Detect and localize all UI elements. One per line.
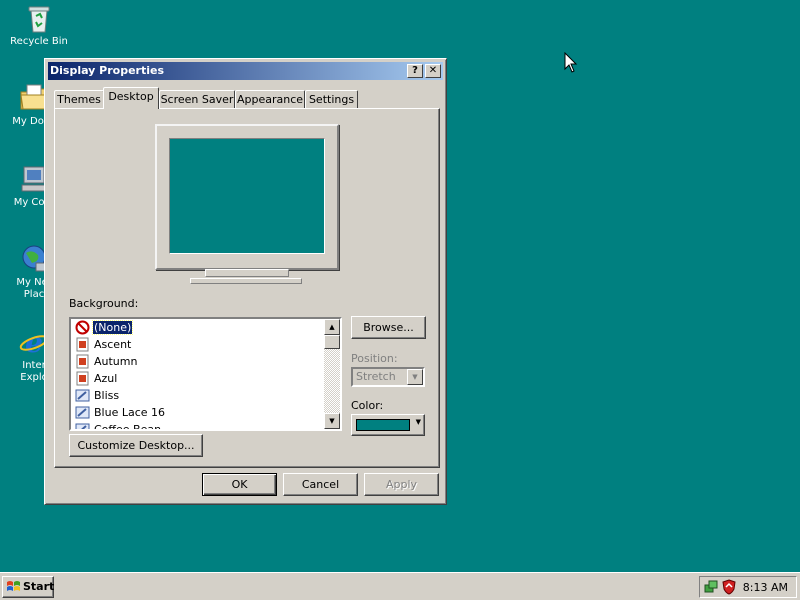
scroll-thumb[interactable] [324,335,340,349]
scroll-down-button[interactable]: ▼ [324,413,340,429]
desktop-icon-label: Recycle Bin [10,36,68,47]
apply-button[interactable]: Apply [364,473,439,496]
color-swatch [356,419,410,431]
list-item[interactable]: Bliss [71,387,340,404]
bitmap-file-icon [75,423,90,429]
display-properties-window: Display Properties ? ✕ Themes Desktop Sc… [44,58,447,505]
list-item-label: Autumn [94,355,138,368]
browse-button[interactable]: Browse... [351,316,426,339]
monitor-stand [205,269,289,277]
image-file-icon [76,354,89,369]
windows-logo-icon [7,581,20,591]
bitmap-file-icon [75,406,90,419]
list-item-label: Coffee Bean [94,423,162,431]
security-shield-icon[interactable] [721,579,737,595]
position-label: Position: [351,352,398,365]
list-item[interactable]: Azul [71,370,340,387]
bitmap-file-icon [75,389,90,402]
svg-text:e: e [25,326,43,358]
color-label: Color: [351,399,384,412]
tab-desktop[interactable]: Desktop [103,87,159,109]
help-button[interactable]: ? [407,64,423,78]
scroll-up-button[interactable]: ▲ [324,319,340,335]
list-item-label: Ascent [94,338,132,351]
tab-appearance[interactable]: Appearance [235,90,305,109]
monitor-preview [155,124,339,270]
list-item-label: Azul [94,372,118,385]
taskbar: Start 8:13 AM [0,572,800,600]
none-icon [75,320,90,335]
tab-screen-saver[interactable]: Screen Saver [159,90,235,109]
list-scrollbar[interactable]: ▲ ▼ [324,319,340,429]
desktop-preview-screen [169,138,325,254]
background-list[interactable]: (None) Ascent Autumn Azul Bliss Blue Lac… [69,317,342,431]
color-picker-button[interactable]: ▼ [351,414,425,436]
list-item[interactable]: (None) [71,319,340,336]
position-value: Stretch [356,370,396,383]
list-item-label: Blue Lace 16 [94,406,166,419]
tab-settings[interactable]: Settings [305,90,358,109]
mouse-cursor-icon [564,52,578,73]
title-bar[interactable]: Display Properties ? ✕ [48,62,443,80]
window-title: Display Properties [50,64,165,77]
network-tray-icon[interactable] [703,579,719,595]
ok-button[interactable]: OK [202,473,277,496]
chevron-down-icon[interactable]: ▼ [407,369,423,385]
clock[interactable]: 8:13 AM [743,581,788,594]
desktop-tab-panel: Background: (None) Ascent Autumn Azul Bl… [54,108,440,468]
list-item-label: Bliss [94,389,120,402]
start-label: Start [23,580,55,593]
list-item-label: (None) [91,320,134,335]
image-file-icon [76,337,89,352]
position-select[interactable]: Stretch ▼ [351,367,425,387]
tab-themes[interactable]: Themes [54,90,104,109]
monitor-base [190,278,302,284]
system-tray: 8:13 AM [699,576,797,598]
close-button[interactable]: ✕ [425,64,441,78]
list-item[interactable]: Coffee Bean [71,421,340,431]
customize-desktop-button[interactable]: Customize Desktop... [69,434,203,457]
background-label: Background: [69,297,139,310]
desktop-icon-recycle-bin[interactable]: Recycle Bin [1,2,77,48]
start-button[interactable]: Start [2,576,54,598]
list-item[interactable]: Blue Lace 16 [71,404,340,421]
image-file-icon [76,371,89,386]
recycle-bin-icon [28,6,50,33]
chevron-down-icon: ▼ [415,418,421,426]
list-item[interactable]: Autumn [71,353,340,370]
cancel-button[interactable]: Cancel [283,473,358,496]
list-item[interactable]: Ascent [71,336,340,353]
